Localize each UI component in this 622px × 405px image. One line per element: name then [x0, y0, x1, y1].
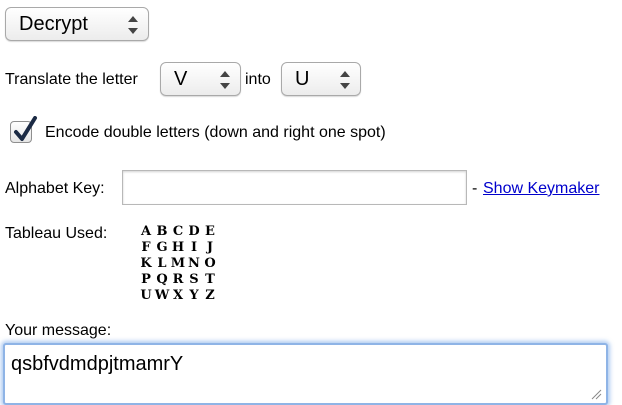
- tableau-cell: H: [171, 240, 185, 255]
- tableau-cell: E: [205, 224, 215, 239]
- tableau-row: A B C D E: [138, 224, 218, 240]
- tableau-cell: I: [190, 240, 198, 255]
- alphabet-key-separator: -: [472, 180, 478, 197]
- tableau-cell: M: [170, 256, 186, 271]
- mode-select-value: Decrypt: [19, 13, 88, 35]
- tableau-cell: J: [206, 240, 214, 255]
- tableau-cell: K: [140, 256, 152, 271]
- translate-prefix-label: Translate the letter: [5, 71, 138, 88]
- mode-select[interactable]: Decrypt: [5, 7, 149, 41]
- tableau-label: Tableau Used:: [5, 225, 108, 242]
- to-letter-select[interactable]: U: [281, 62, 361, 96]
- tableau-cell: R: [172, 272, 184, 287]
- to-letter-value: U: [295, 68, 310, 90]
- alphabet-key-label: Alphabet Key:: [5, 180, 105, 197]
- tableau-row: U W X Y Z: [138, 288, 218, 304]
- tableau-cell: S: [189, 272, 199, 287]
- from-letter-value: V: [174, 68, 188, 90]
- tableau-cell: B: [156, 224, 168, 239]
- tableau-row: P Q R S T: [138, 272, 218, 288]
- message-label: Your message:: [5, 322, 112, 339]
- double-letters-checkbox[interactable]: [10, 116, 37, 143]
- checkmark-icon: [14, 116, 37, 141]
- tableau-cell: C: [172, 224, 184, 239]
- show-keymaker-link[interactable]: Show Keymaker: [483, 180, 600, 198]
- tableau-grid: A B C D E F G H I J K L M N O P Q R S T …: [138, 224, 218, 304]
- tableau-cell: Z: [205, 288, 215, 303]
- tableau-cell: P: [141, 272, 151, 287]
- tableau-cell: G: [156, 240, 168, 255]
- tableau-cell: Q: [156, 272, 168, 287]
- tableau-cell: Y: [189, 288, 199, 303]
- tableau-cell: O: [204, 256, 216, 271]
- tableau-cell: W: [154, 288, 170, 303]
- up-down-chevrons-icon: [220, 71, 230, 89]
- tableau-cell: D: [188, 224, 200, 239]
- message-textarea[interactable]: [3, 343, 608, 405]
- tableau-row: K L M N O: [138, 256, 218, 272]
- up-down-chevrons-icon: [128, 16, 138, 34]
- translate-middle-label: into: [245, 71, 271, 88]
- tableau-row: F G H I J: [138, 240, 218, 256]
- tableau-cell: N: [188, 256, 200, 271]
- tableau-cell: T: [205, 272, 215, 287]
- up-down-chevrons-icon: [340, 71, 350, 89]
- tableau-cell: F: [141, 240, 151, 255]
- double-letters-label: Encode double letters (down and right on…: [45, 124, 386, 141]
- tableau-cell: A: [140, 224, 152, 239]
- alphabet-key-input[interactable]: [122, 170, 467, 205]
- tableau-cell: U: [140, 288, 152, 303]
- from-letter-select[interactable]: V: [160, 62, 241, 96]
- tableau-cell: X: [172, 288, 184, 303]
- resize-grip-icon[interactable]: [590, 388, 602, 400]
- tableau-cell: L: [157, 256, 167, 271]
